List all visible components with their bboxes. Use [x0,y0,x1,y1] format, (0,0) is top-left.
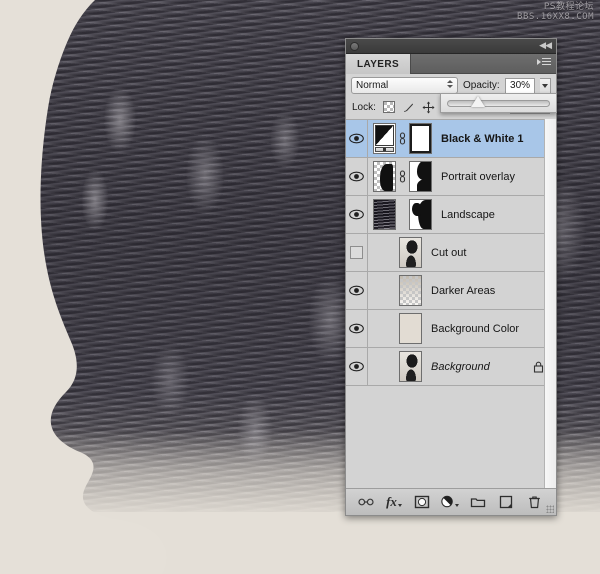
blend-mode-value: Normal [356,80,389,91]
adjustment-dropdown-arrow-icon [455,504,459,507]
lock-position-icon[interactable] [422,101,435,114]
opacity-slider-track[interactable] [447,95,550,107]
layer-visibility-toggle[interactable] [346,196,368,233]
layer-mask-thumbnail-white[interactable] [409,123,432,154]
layer-list[interactable]: Black & White 1 Portrait overlay Landsca… [346,119,556,488]
layer-name[interactable]: Cut out [422,247,556,259]
lock-label: Lock: [352,101,376,113]
layer-thumbnail-background-color[interactable] [399,313,422,344]
eye-icon [349,285,364,296]
layer-visibility-toggle[interactable] [346,158,368,195]
layer-thumbnails[interactable] [368,313,422,344]
layer-thumbnail-forest[interactable] [373,199,396,230]
half-circle-icon [441,495,453,508]
watermark-line-1: PS教程论坛 [543,2,594,12]
layer-name[interactable]: Landscape [432,209,556,221]
layer-thumbnails[interactable] [368,275,422,306]
tab-layers-label: LAYERS [357,58,400,70]
panel-titlebar[interactable]: ◀◀ [346,39,556,54]
layer-visibility-toggle[interactable] [346,310,368,347]
lock-icon [533,361,544,373]
new-adjustment-layer-button[interactable] [441,493,459,511]
new-group-button[interactable] [469,493,487,511]
layer-row[interactable]: Cut out [346,234,556,272]
folder-icon [470,498,486,508]
mask-icon [414,495,430,509]
blend-mode-select[interactable]: Normal [351,77,458,94]
eye-icon [349,361,364,372]
layer-row[interactable]: Landscape [346,196,556,234]
link-icon[interactable] [399,132,406,145]
layer-thumbnails[interactable] [368,123,432,154]
resize-grip-icon[interactable] [546,505,554,513]
layer-thumbnail-darker-areas[interactable] [399,275,422,306]
layer-visibility-toggle[interactable] [346,120,368,157]
eye-icon [349,133,364,144]
panel-menu-triangle-icon [537,58,541,65]
opacity-dropdown-arrow-icon[interactable] [540,77,551,94]
layer-thumbnails[interactable] [368,237,422,268]
panel-tab-row[interactable]: LAYERS [346,54,556,74]
layer-thumbnail-bw-adjustment[interactable] [373,123,396,154]
layer-row[interactable]: Portrait overlay [346,158,556,196]
panel-menu-icon[interactable] [537,58,551,65]
canvas-bottom-fill [0,512,600,574]
link-icon-placeholder [399,208,406,221]
layer-thumbnails[interactable] [368,351,422,382]
layer-mask-thumbnail-silhouette-face[interactable] [409,199,432,230]
tab-layers[interactable]: LAYERS [346,54,412,74]
layer-thumbnail-portrait-overlay[interactable] [373,161,396,192]
layer-style-button[interactable]: fx [385,493,403,511]
lock-image-pixels-icon[interactable] [402,101,415,114]
panel-close-icon[interactable] [350,42,359,51]
link-icon [358,498,374,506]
watermark: PS教程论坛 BBS.16XX8.COM [517,2,594,23]
eye-icon [349,171,364,182]
layer-row[interactable]: Background Color [346,310,556,348]
trash-icon [528,496,540,509]
layer-mask-thumbnail-silhouette-bust[interactable] [409,161,432,192]
layer-name[interactable]: Black & White 1 [432,133,556,145]
eye-icon [349,323,364,334]
layer-list-scrollbar[interactable] [544,119,556,488]
opacity-slider-popup[interactable] [440,93,557,113]
layer-row[interactable]: Darker Areas [346,272,556,310]
add-layer-mask-button[interactable] [413,493,431,511]
layer-thumbnail-background[interactable] [399,351,422,382]
layer-name[interactable]: Background [422,361,533,373]
layer-visibility-toggle[interactable] [346,234,368,271]
fx-dropdown-arrow-icon [397,503,402,507]
fx-icon: fx [386,494,397,509]
watermark-line-2: BBS.16XX8.COM [517,12,594,23]
layer-row[interactable]: Black & White 1 [346,120,556,158]
layer-name[interactable]: Portrait overlay [432,171,556,183]
layer-name[interactable]: Darker Areas [422,285,556,297]
panel-footer[interactable]: fx [346,488,556,515]
lock-transparent-pixels-icon[interactable] [382,101,395,113]
panel-menu-lines-icon [542,58,551,65]
new-layer-icon [499,495,513,509]
collapse-panel-icon[interactable]: ◀◀ [539,40,552,51]
opacity-input[interactable]: 30% [504,77,536,94]
layer-visibility-toggle[interactable] [346,348,368,385]
layer-thumbnails[interactable] [368,161,432,192]
link-layers-button[interactable] [357,493,375,511]
layer-row[interactable]: Background [346,348,556,386]
layer-thumbnail-cut-out[interactable] [399,237,422,268]
opacity-label: Opacity: [463,80,500,91]
layer-thumbnails[interactable] [368,199,432,230]
delete-layer-button[interactable] [525,493,543,511]
eye-hidden-icon [350,246,363,259]
opacity-value: 30% [510,80,531,91]
chevron-updown-icon [447,80,453,88]
eye-icon [349,209,364,220]
layer-visibility-toggle[interactable] [346,272,368,309]
new-layer-button[interactable] [497,493,515,511]
layer-name[interactable]: Background Color [422,323,556,335]
opacity-slider-thumb[interactable] [471,95,486,107]
link-icon[interactable] [399,170,406,183]
